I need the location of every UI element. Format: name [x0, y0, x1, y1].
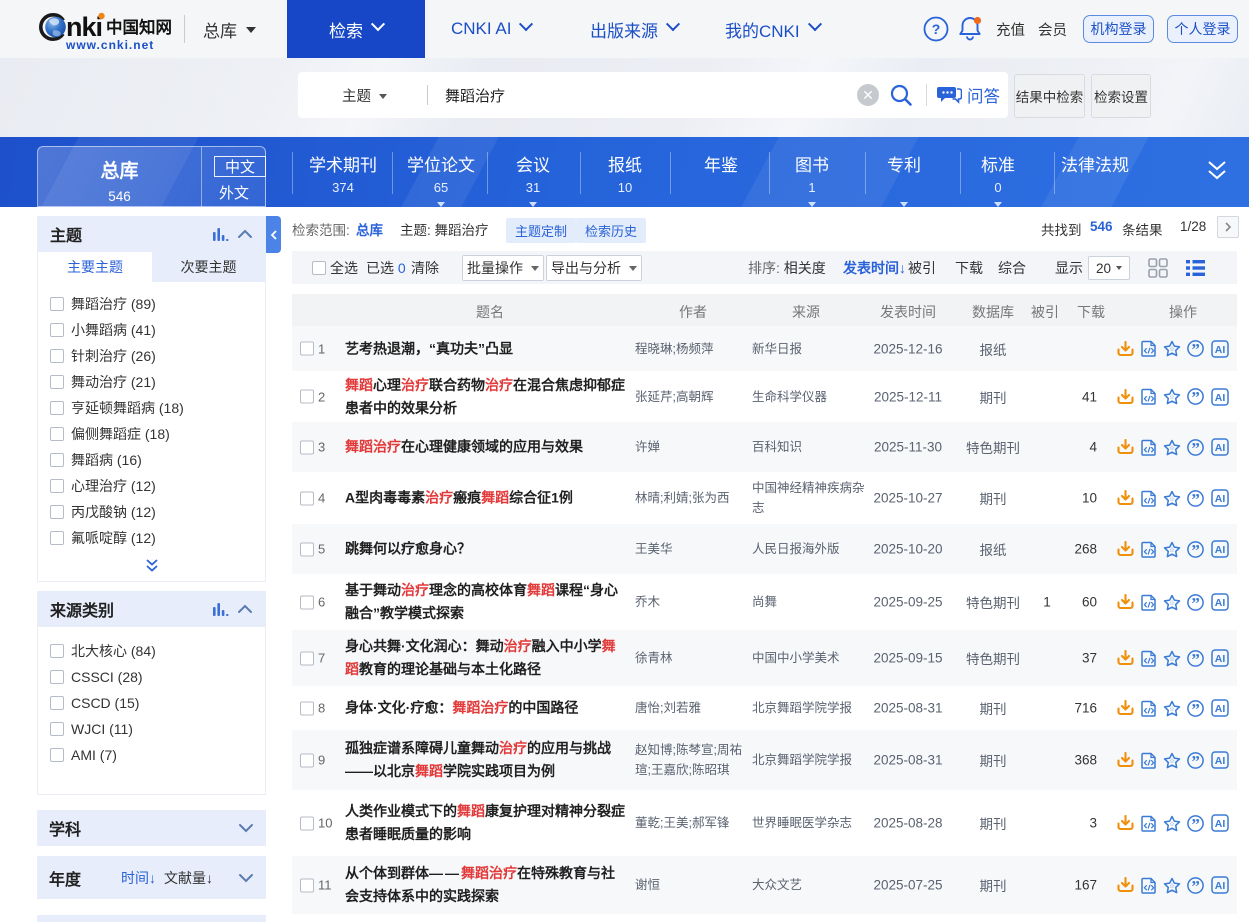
svg-text:?: ? [932, 21, 941, 37]
svg-text:中国知网: 中国知网 [106, 17, 172, 37]
svg-text:www.cnki.net: www.cnki.net [65, 38, 154, 52]
